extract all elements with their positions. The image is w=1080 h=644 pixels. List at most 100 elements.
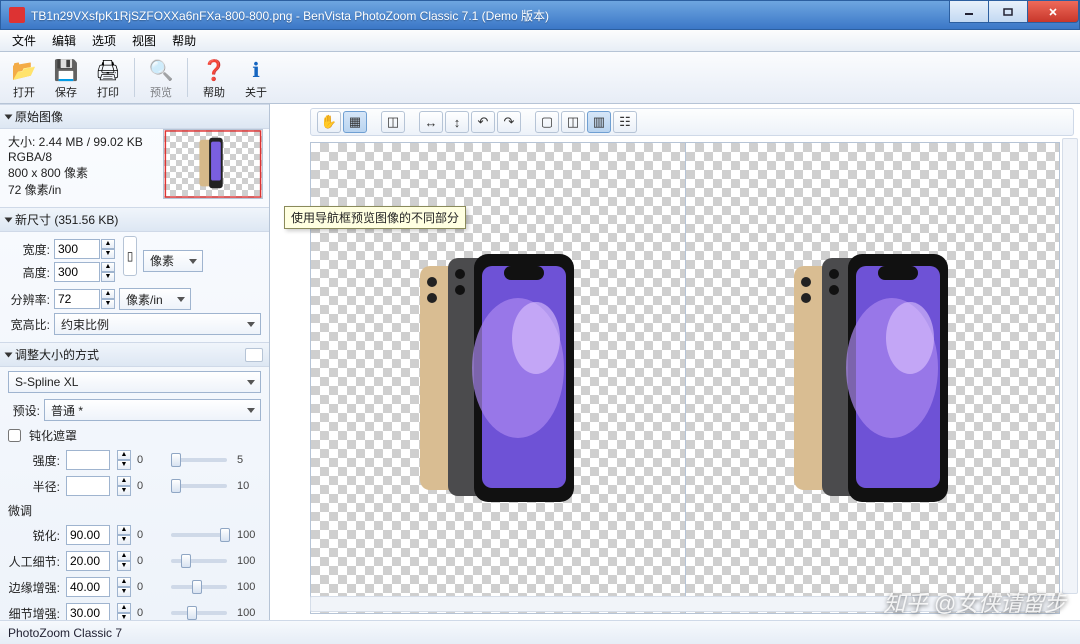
sharpen-input[interactable] [66, 525, 110, 545]
menu-view[interactable]: 视图 [124, 29, 164, 52]
edge-slider[interactable] [171, 585, 227, 589]
radius-slider[interactable] [171, 484, 227, 488]
about-button[interactable]: ℹ 关于 [236, 54, 276, 101]
section-resize-method[interactable]: 调整大小的方式 [0, 342, 269, 367]
print-button[interactable]: 🖨 打印 [88, 54, 128, 101]
save-button[interactable]: 💾 保存 [46, 54, 86, 101]
close-button[interactable] [1027, 1, 1079, 23]
preview-image-right [782, 248, 962, 508]
status-text: PhotoZoom Classic 7 [8, 626, 122, 640]
height-label: 高度: [8, 264, 50, 281]
radius-label: 半径: [8, 478, 60, 495]
edge-spin-down[interactable]: ▼ [117, 587, 131, 597]
section-title: 原始图像 [15, 108, 63, 125]
width-label: 宽度: [8, 241, 50, 258]
watermark-text: 知乎 @女侠请留步 [884, 586, 1066, 618]
thumbnail-navigator[interactable] [163, 129, 263, 199]
fine-slider[interactable] [171, 611, 227, 615]
resolution-unit-select[interactable]: 像素/in [119, 288, 191, 310]
app-icon [9, 7, 25, 23]
collapse-icon [5, 114, 13, 119]
info-icon: ℹ [242, 57, 270, 84]
radius-spin-up[interactable]: ▲ [117, 476, 131, 486]
radius-input[interactable] [66, 476, 110, 496]
link-aspect-icon[interactable]: ▯ [123, 236, 137, 276]
edge-input[interactable] [66, 577, 110, 597]
resolution-label: 分辨率: [8, 291, 50, 308]
fine-spin-down[interactable]: ▼ [117, 613, 131, 620]
aspect-select[interactable]: 约束比例 [54, 313, 261, 335]
det-spin-up[interactable]: ▲ [117, 551, 131, 561]
section-options-button[interactable] [245, 348, 263, 362]
flip-v-button[interactable]: ↕ [445, 111, 469, 133]
height-input[interactable] [54, 262, 100, 282]
res-spin-down[interactable]: ▼ [101, 299, 115, 309]
edge-spin-up[interactable]: ▲ [117, 577, 131, 587]
collapse-icon [5, 352, 13, 357]
help-button[interactable]: ❓ 帮助 [194, 54, 234, 101]
main-toolbar: 📂 打开 💾 保存 🖨 打印 🔍 预览 ❓ 帮助 ℹ 关于 [0, 52, 1080, 104]
section-new-size[interactable]: 新尺寸 (351.56 KB) [0, 207, 269, 232]
minimize-button[interactable] [949, 1, 989, 23]
rotate-ccw-button[interactable]: ↶ [471, 111, 495, 133]
folder-open-icon: 📂 [10, 57, 38, 84]
width-spin-down[interactable]: ▼ [101, 249, 115, 259]
resize-method-select[interactable]: S-Spline XL [8, 371, 261, 393]
view-split-v-button[interactable]: ▥ [587, 111, 611, 133]
hand-tool-button[interactable]: ✋ [317, 111, 341, 133]
sharp-spin-up[interactable]: ▲ [117, 525, 131, 535]
floppy-icon: 💾 [52, 57, 80, 84]
vertical-scrollbar[interactable] [1062, 138, 1078, 594]
height-spin-down[interactable]: ▼ [101, 272, 115, 282]
res-spin-up[interactable]: ▲ [101, 289, 115, 299]
fine-input[interactable] [66, 603, 110, 620]
open-button[interactable]: 📂 打开 [4, 54, 44, 101]
settings-sidebar: 原始图像 大小: 2.44 MB / 99.02 KB RGBA/8 800 x… [0, 104, 270, 620]
unsharp-mask-checkbox[interactable] [8, 429, 21, 442]
menu-options[interactable]: 选项 [84, 29, 124, 52]
strength-spin-up[interactable]: ▲ [117, 450, 131, 460]
det-spin-down[interactable]: ▼ [117, 561, 131, 571]
preview-button[interactable]: 🔍 预览 [141, 54, 181, 101]
help-label: 帮助 [203, 84, 225, 100]
menu-file[interactable]: 文件 [4, 29, 44, 52]
open-label: 打开 [13, 84, 35, 100]
radius-spin-down[interactable]: ▼ [117, 486, 131, 496]
marquee-tool-button[interactable]: ▦ [343, 111, 367, 133]
width-input[interactable] [54, 239, 100, 259]
fine-label: 细节增强: [8, 605, 60, 621]
strength-slider[interactable] [171, 458, 227, 462]
rotate-cw-button[interactable]: ↷ [497, 111, 521, 133]
sharp-spin-down[interactable]: ▼ [117, 535, 131, 545]
menu-edit[interactable]: 编辑 [44, 29, 84, 52]
preset-select[interactable]: 普通 * [44, 399, 261, 421]
finetune-label: 微调 [8, 502, 261, 519]
view-split-h-button[interactable]: ◫ [561, 111, 585, 133]
width-spin-up[interactable]: ▲ [101, 239, 115, 249]
aspect-label: 宽高比: [8, 316, 50, 333]
menu-help[interactable]: 帮助 [164, 29, 204, 52]
magnifier-icon: 🔍 [147, 57, 175, 84]
menu-bar: 文件 编辑 选项 视图 帮助 [0, 30, 1080, 52]
height-spin-up[interactable]: ▲ [101, 262, 115, 272]
view-stacked-button[interactable]: ☷ [613, 111, 637, 133]
fine-spin-up[interactable]: ▲ [117, 603, 131, 613]
detail-slider[interactable] [171, 559, 227, 563]
flip-h-button[interactable]: ↔ [419, 111, 443, 133]
printer-icon: 🖨 [94, 57, 122, 84]
strength-input[interactable] [66, 450, 110, 470]
resolution-input[interactable] [54, 289, 100, 309]
crop-tool-button[interactable]: ◫ [381, 111, 405, 133]
maximize-button[interactable] [988, 1, 1028, 23]
section-original-image[interactable]: 原始图像 [0, 104, 269, 129]
strength-spin-down[interactable]: ▼ [117, 460, 131, 470]
size-unit-select[interactable]: 像素 [143, 250, 203, 272]
preview-pane-result[interactable] [686, 142, 1061, 614]
detail-input[interactable] [66, 551, 110, 571]
sharpen-slider[interactable] [171, 533, 227, 537]
view-single-button[interactable]: ▢ [535, 111, 559, 133]
save-label: 保存 [55, 84, 77, 100]
detail-label: 人工细节: [8, 553, 60, 570]
tooltip: 使用导航框预览图像的不同部分 [284, 206, 466, 229]
help-icon: ❓ [200, 57, 228, 84]
